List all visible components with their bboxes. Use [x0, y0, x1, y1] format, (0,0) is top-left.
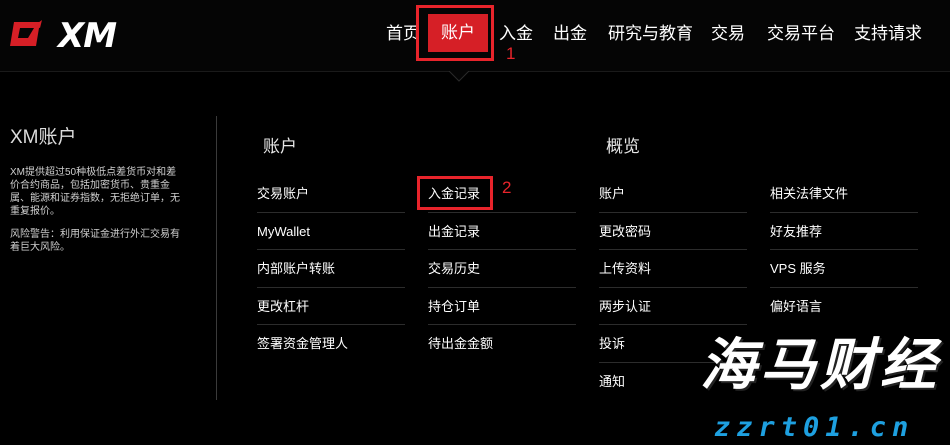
menu-trade-history[interactable]: 交易历史: [428, 250, 576, 288]
menu-two-step-auth[interactable]: 两步认证: [599, 288, 747, 325]
dropdown-caret-icon: [448, 71, 470, 82]
risk-warning: 风险警告：利用保证金进行外汇交易有着巨大风险。: [10, 229, 180, 253]
menu-language-preference[interactable]: 偏好语言: [770, 288, 918, 326]
top-nav-bar: XM 首页 账户 入金 出金 研究与教育 交易 交易平台 支持请求 1: [0, 0, 950, 72]
menu-trading-accounts[interactable]: 交易账户: [257, 175, 405, 213]
menu-upload-documents[interactable]: 上传资料: [599, 250, 747, 288]
menu-open-positions[interactable]: 持仓订单: [428, 288, 576, 325]
annotation-box-1: [416, 5, 494, 61]
nav-research-education[interactable]: 研究与教育: [608, 23, 693, 45]
vertical-divider: [216, 116, 217, 400]
watermark-url: zzrt01.cn: [714, 412, 915, 443]
annotation-number-1: 1: [506, 44, 516, 63]
nav-trading[interactable]: 交易: [711, 23, 745, 45]
overview-menu-col-2: 相关法律文件 好友推荐 VPS 服务 偏好语言: [770, 175, 918, 325]
menu-legal-documents[interactable]: 相关法律文件: [770, 175, 918, 213]
nav-platforms[interactable]: 交易平台: [767, 23, 835, 45]
menu-internal-transfer[interactable]: 内部账户转账: [257, 250, 405, 288]
xm-logo[interactable]: XM: [10, 14, 130, 56]
menu-withdrawal-history[interactable]: 出金记录: [428, 213, 576, 250]
nav-support[interactable]: 支持请求: [854, 23, 922, 45]
section-title-overview: 概览: [606, 137, 640, 156]
section-title-account: 账户: [263, 137, 297, 156]
watermark-brand: 海马财经: [700, 333, 940, 398]
menu-refer-friend[interactable]: 好友推荐: [770, 213, 918, 250]
menu-pending-withdrawals[interactable]: 待出金金额: [428, 325, 576, 363]
menu-mywallet[interactable]: MyWallet: [257, 213, 405, 250]
menu-vps-service[interactable]: VPS 服务: [770, 250, 918, 288]
nav-withdraw[interactable]: 出金: [553, 23, 587, 45]
nav-home[interactable]: 首页: [386, 23, 420, 45]
panel-title: XM账户: [10, 127, 77, 148]
menu-change-password[interactable]: 更改密码: [599, 213, 747, 250]
logo-wordmark: XM: [58, 16, 117, 56]
menu-sign-fund-manager[interactable]: 签署资金管理人: [257, 325, 405, 363]
nav-deposit[interactable]: 入金: [499, 23, 533, 45]
account-menu-col-1: 交易账户 MyWallet 内部账户转账 更改杠杆 签署资金管理人: [257, 175, 405, 363]
xm-logo-mark-icon: [10, 20, 42, 46]
menu-account[interactable]: 账户: [599, 175, 747, 213]
menu-change-leverage[interactable]: 更改杠杆: [257, 288, 405, 325]
annotation-box-2: [417, 176, 493, 210]
panel-description: XM提供超过50种极低点差货币对和差价合约商品，包括加密货币、贵重金属、能源和证…: [10, 167, 180, 217]
annotation-number-2: 2: [502, 178, 512, 197]
